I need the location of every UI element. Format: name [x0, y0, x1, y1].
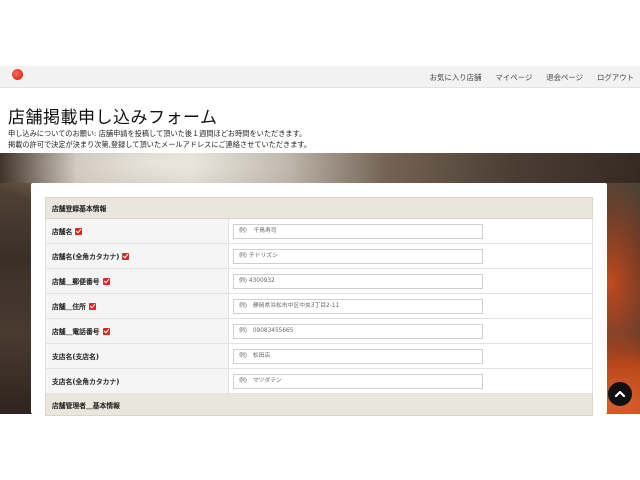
form-row-store-name-kana: 店舗名(全角カタカナ)	[45, 244, 593, 269]
field-label: 支店名(支店名)	[46, 344, 229, 368]
field-cell	[229, 344, 592, 368]
field-label-text: 店舗名	[52, 228, 73, 236]
field-cell	[229, 294, 592, 318]
form-row-address: 店舗＿住所	[45, 294, 593, 319]
field-label-text: 店舗＿住所	[52, 303, 86, 311]
store-name-input[interactable]	[233, 223, 483, 239]
intro-line-2: 掲載の許可で決定が決まり次第,登録して頂いたメールアドレスにご連絡させていただき…	[8, 140, 312, 149]
application-form-card: 店舗登録基本情報 店舗名 店舗名(全角カタカナ) 店舗＿郵便番号	[31, 183, 607, 416]
field-cell	[229, 319, 592, 343]
field-label: 店舗＿電話番号	[46, 319, 229, 343]
address-input[interactable]	[233, 298, 483, 314]
required-check-icon	[102, 277, 110, 285]
field-label-text: 支店名(全角カタカナ)	[52, 378, 120, 386]
field-label: 店舗＿住所	[46, 294, 229, 318]
form-row-phone: 店舗＿電話番号	[45, 319, 593, 344]
page-title: 店舗掲載申し込みフォーム	[8, 108, 218, 128]
required-check-icon	[122, 252, 130, 260]
field-label-text: 店舗＿郵便番号	[52, 278, 100, 286]
field-label: 店舗名(全角カタカナ)	[46, 244, 229, 268]
branch-name-input[interactable]	[233, 348, 483, 364]
field-label: 店舗名	[46, 219, 229, 243]
form-table: 店舗登録基本情報 店舗名 店舗名(全角カタカナ) 店舗＿郵便番号	[45, 197, 593, 416]
field-label: 支店名(全角カタカナ)	[46, 369, 229, 393]
branch-name-kana-input[interactable]	[233, 373, 483, 389]
form-row-branch-name-kana: 支店名(全角カタカナ)	[45, 369, 593, 394]
top-navbar: お気に入り店舗 マイページ 退会ページ ログアウト	[0, 66, 640, 88]
field-cell	[229, 244, 592, 268]
hero-highlight	[0, 153, 640, 183]
nav-logout-link[interactable]: ログアウト	[597, 72, 634, 83]
form-row-store-name: 店舗名	[45, 219, 593, 244]
top-nav: お気に入り店舗 マイページ 退会ページ ログアウト	[416, 66, 634, 88]
required-check-icon	[88, 302, 96, 310]
field-label: 店舗＿郵便番号	[46, 269, 229, 293]
required-check-icon	[75, 227, 83, 235]
nav-withdraw-link[interactable]: 退会ページ	[546, 72, 583, 83]
section-header-store-basic: 店舗登録基本情報	[45, 197, 593, 219]
nav-favorites-link[interactable]: お気に入り店舗	[430, 72, 482, 83]
form-row-branch-name: 支店名(支店名)	[45, 344, 593, 369]
section-header-manager-basic: 店舗管理者＿基本情報	[45, 394, 593, 416]
field-cell	[229, 369, 592, 393]
intro-text: 申し込みについてのお願い: 店舗申請を投稿して頂いた後１週間ほどお時間をいただき…	[8, 128, 311, 150]
store-name-kana-input[interactable]	[233, 248, 483, 264]
postal-code-input[interactable]	[233, 273, 483, 289]
field-label-text: 店舗名(全角カタカナ)	[52, 253, 120, 261]
nav-mypage-link[interactable]: マイページ	[495, 72, 532, 83]
site-logo[interactable]	[12, 69, 23, 80]
chevron-up-icon	[614, 390, 626, 398]
field-cell	[229, 219, 592, 243]
required-check-icon	[102, 327, 110, 335]
scroll-to-top-button[interactable]	[608, 382, 632, 406]
intro-line-1: 申し込みについてのお願い: 店舗申請を投稿して頂いた後１週間ほどお時間をいただき…	[8, 129, 307, 138]
phone-input[interactable]	[233, 323, 483, 339]
form-row-postal-code: 店舗＿郵便番号	[45, 269, 593, 294]
field-cell	[229, 269, 592, 293]
field-label-text: 店舗＿電話番号	[52, 328, 100, 336]
field-label-text: 支店名(支店名)	[52, 353, 99, 361]
